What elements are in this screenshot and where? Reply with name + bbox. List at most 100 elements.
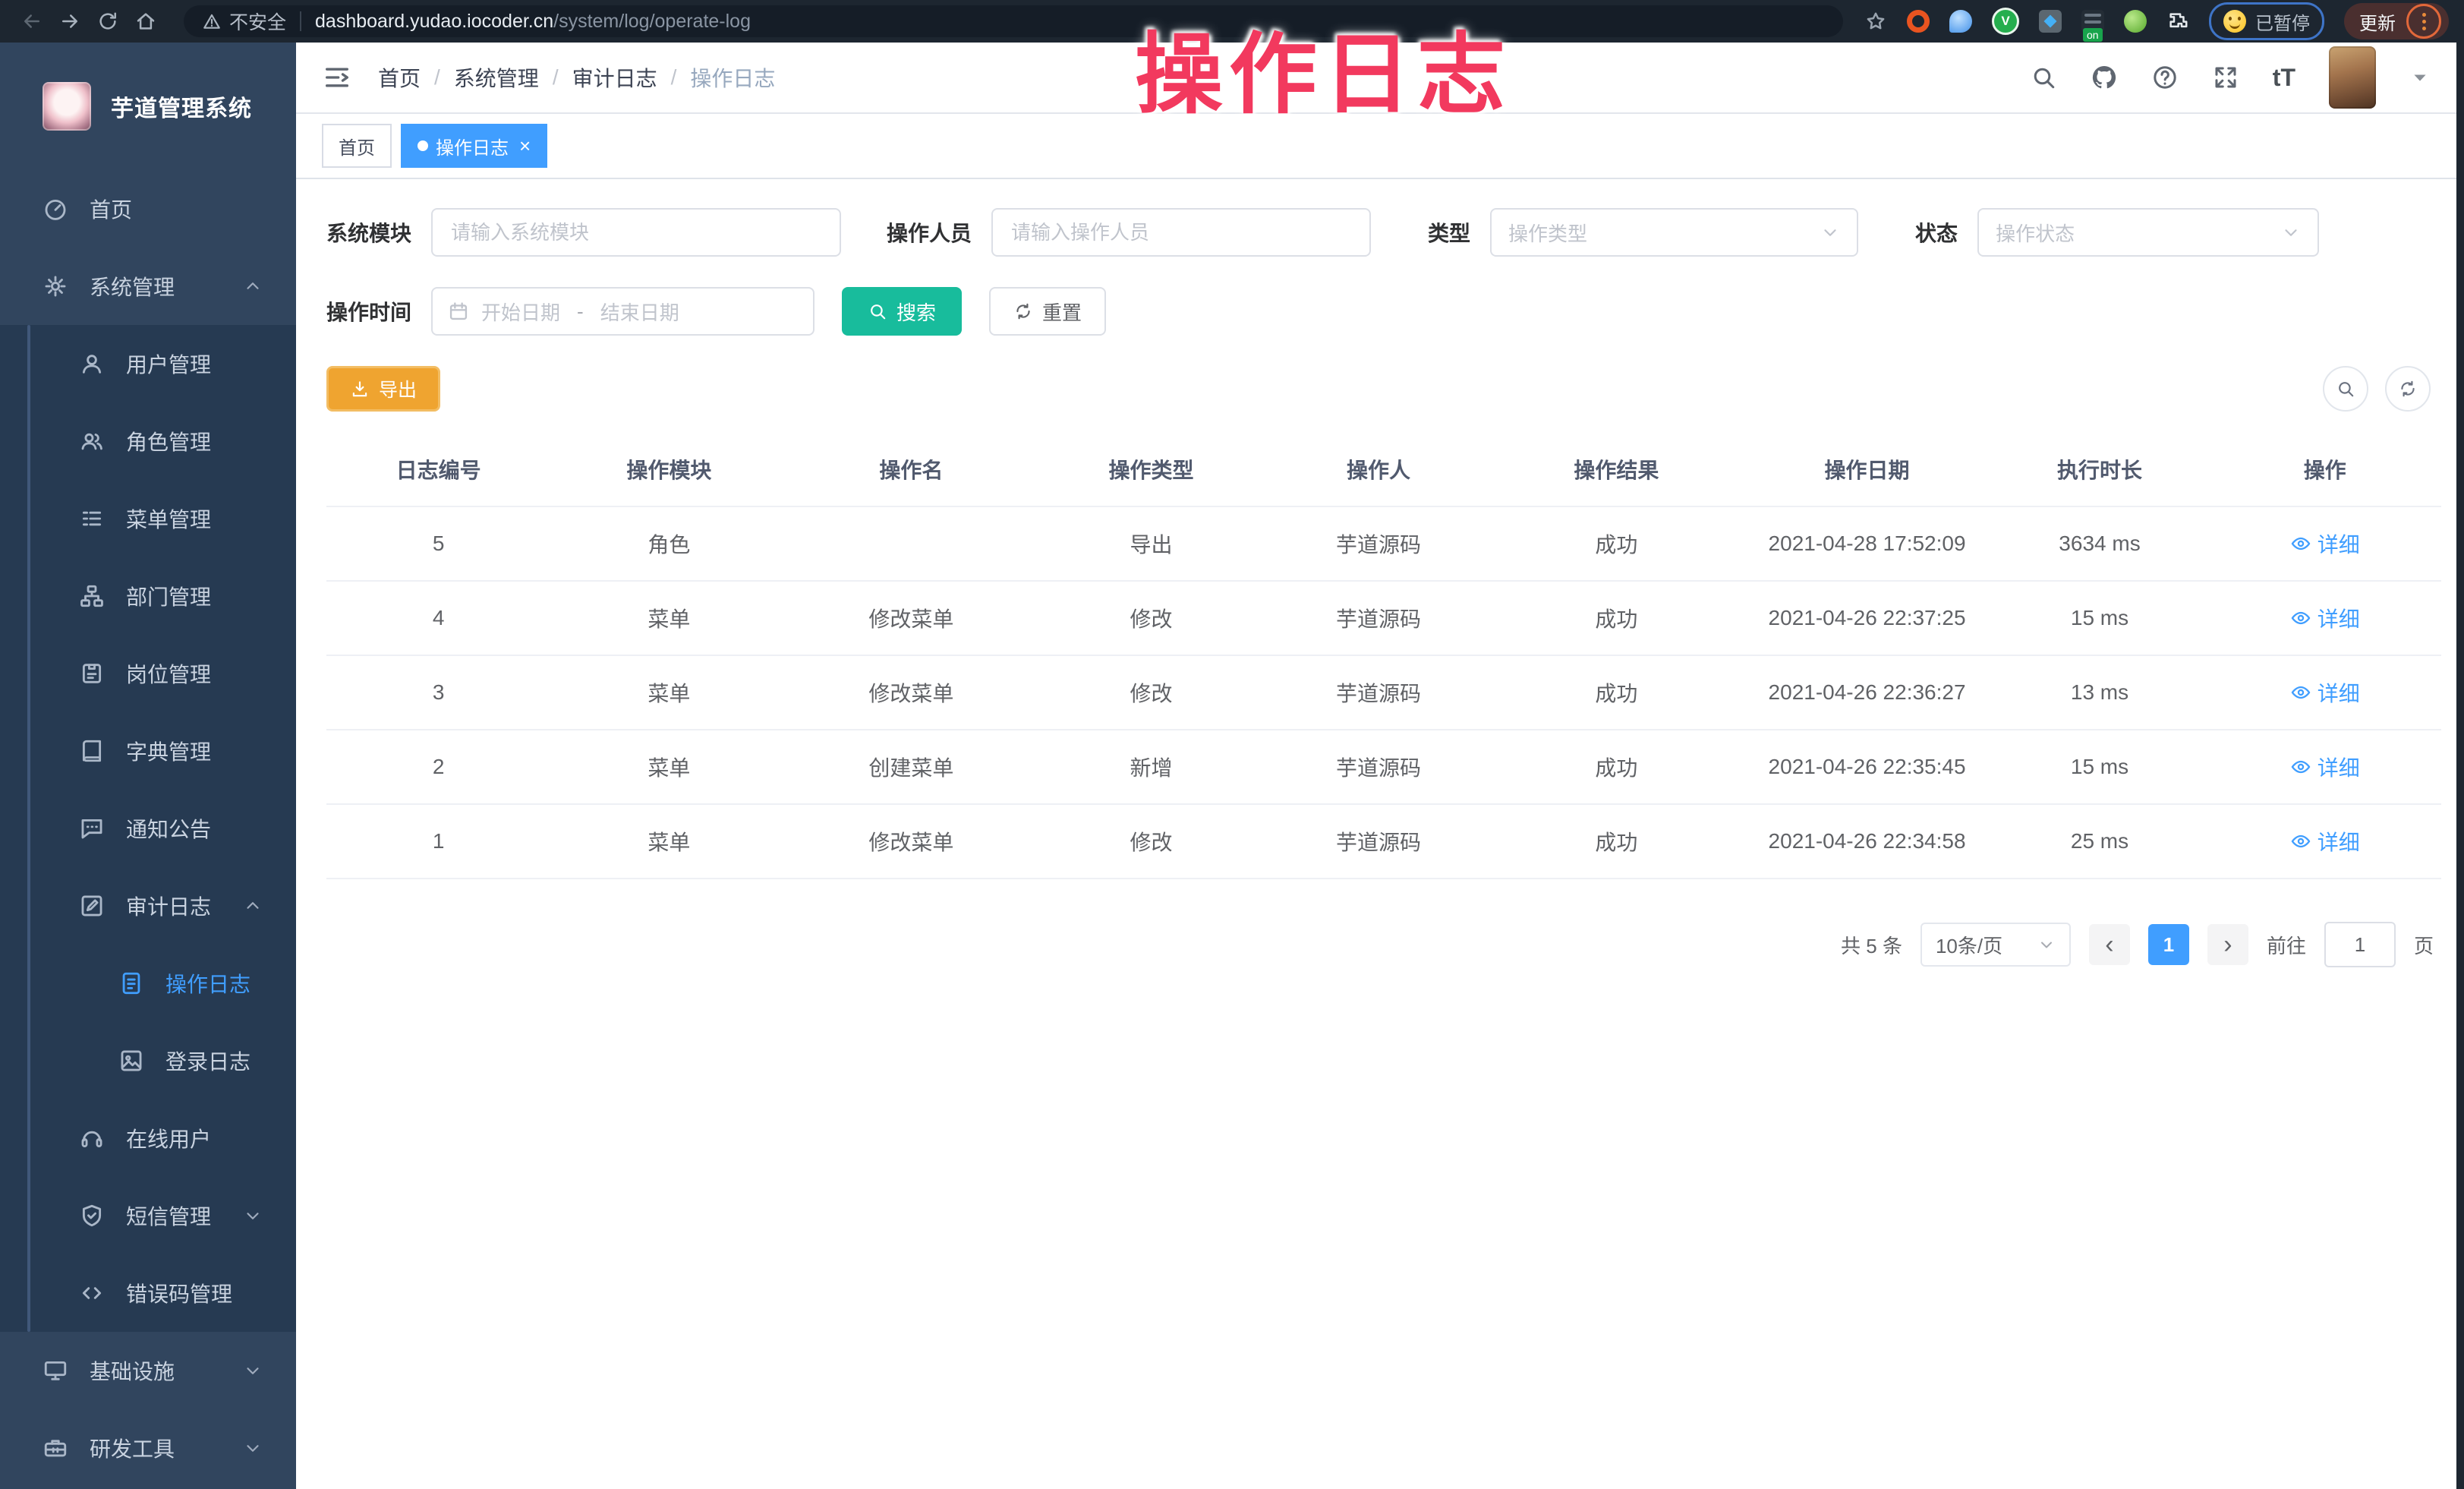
github-icon[interactable]: [2091, 64, 2118, 91]
extension-icon[interactable]: [2039, 10, 2062, 33]
total-count: 共 5 条: [1841, 931, 1902, 959]
extension-icon[interactable]: [1949, 10, 1972, 33]
sidebar-item-10[interactable]: 操作日志: [0, 945, 296, 1022]
prev-page-button[interactable]: ‹: [2089, 924, 2130, 965]
breadcrumb-item[interactable]: 系统管理: [454, 62, 539, 93]
toolbox-icon: [43, 1435, 68, 1461]
sidebar-scrollbar[interactable]: [27, 325, 30, 1332]
breadcrumb-separator: /: [434, 65, 440, 90]
breadcrumb-item: 操作日志: [690, 62, 775, 93]
detail-link[interactable]: 详细: [2290, 826, 2360, 856]
cell-duration: 3634 ms: [1991, 506, 2209, 581]
extension-icon[interactable]: V: [1992, 8, 2019, 35]
page-size-select[interactable]: 10条/页: [1920, 923, 2071, 967]
app-title: 芋道管理系统: [111, 90, 252, 123]
browser-window: 不安全 dashboard.yudao.iocoder.cn/system/lo…: [0, 0, 2464, 1489]
sidebar-item-15[interactable]: 基础设施: [0, 1332, 296, 1409]
sidebar-item-12[interactable]: 在线用户: [0, 1099, 296, 1177]
chevron-down-icon: [1820, 222, 1840, 242]
date-range-picker[interactable]: 开始日期 - 结束日期: [431, 287, 815, 336]
font-size-icon[interactable]: tT: [2273, 64, 2295, 92]
detail-link[interactable]: 详细: [2290, 603, 2360, 633]
sidebar-item-11[interactable]: 登录日志: [0, 1022, 296, 1099]
detail-link[interactable]: 详细: [2290, 528, 2360, 559]
extensions-puzzle-icon[interactable]: [2166, 10, 2189, 33]
sidebar-item-13[interactable]: 短信管理: [0, 1177, 296, 1254]
next-page-button[interactable]: ›: [2207, 924, 2248, 965]
browser-menu-icon[interactable]: [2406, 4, 2441, 39]
book-icon: [79, 738, 105, 764]
caret-down-icon[interactable]: [2409, 67, 2431, 88]
chevron-up-icon: [243, 276, 263, 296]
forward-icon[interactable]: [53, 5, 87, 38]
sidebar-item-6[interactable]: 岗位管理: [0, 635, 296, 712]
column-header: 操作类型: [1035, 433, 1267, 506]
sidebar-item-2[interactable]: 用户管理: [0, 325, 296, 402]
breadcrumb-item[interactable]: 首页: [378, 62, 421, 93]
cell-operator: 芋道源码: [1268, 581, 1490, 655]
back-icon[interactable]: [15, 5, 49, 38]
home-icon[interactable]: [129, 5, 162, 38]
sidebar-item-16[interactable]: 研发工具: [0, 1409, 296, 1487]
reload-icon[interactable]: [91, 5, 124, 38]
window-scrollbar-track[interactable]: [2456, 43, 2464, 1489]
tag-close-icon[interactable]: ×: [519, 136, 531, 156]
status-select-placeholder: 操作状态: [1996, 219, 2075, 247]
current-page-button[interactable]: 1: [2148, 924, 2189, 965]
breadcrumb-item[interactable]: 审计日志: [572, 62, 657, 93]
search-icon[interactable]: [2030, 64, 2057, 91]
page-size-value: 10条/页: [1936, 931, 2002, 959]
filter-row-2: 操作时间 开始日期 - 结束日期 搜索 重置: [326, 287, 2441, 336]
cell-id: 1: [326, 804, 550, 879]
sidebar-item-1[interactable]: 系统管理: [0, 248, 296, 325]
search-button[interactable]: 搜索: [842, 287, 962, 336]
sidebar-item-label: 审计日志: [126, 891, 211, 921]
help-icon[interactable]: [2151, 64, 2179, 91]
sidebar-item-3[interactable]: 角色管理: [0, 402, 296, 480]
document-icon: [118, 970, 144, 996]
avatar[interactable]: [2329, 46, 2376, 109]
filter-row-1: 系统模块 操作人员 类型 操作类型 状态 操作状态: [326, 208, 2441, 257]
sidebar-item-8[interactable]: 通知公告: [0, 790, 296, 867]
module-input[interactable]: [431, 208, 841, 257]
extension-icon[interactable]: [1907, 10, 1930, 33]
refresh-icon: [1013, 301, 1033, 321]
address-bar[interactable]: 不安全 dashboard.yudao.iocoder.cn/system/lo…: [184, 5, 1843, 37]
sidebar-item-4[interactable]: 菜单管理: [0, 480, 296, 557]
chevron-down-icon: [2281, 222, 2301, 242]
menu-fold-icon[interactable]: [322, 62, 352, 93]
cell-id: 2: [326, 730, 550, 804]
column-header: 操作日期: [1744, 433, 1991, 506]
view-tag-0[interactable]: 首页: [322, 124, 392, 168]
pagination: 共 5 条 10条/页 ‹ 1 › 前往 页: [326, 922, 2434, 967]
org-tree-icon: [79, 583, 105, 609]
detail-link[interactable]: 详细: [2290, 677, 2360, 708]
extension-icon[interactable]: on: [2081, 10, 2104, 33]
detail-link[interactable]: 详细: [2290, 752, 2360, 782]
bookmark-star-icon[interactable]: [1864, 10, 1887, 33]
operator-input[interactable]: [991, 208, 1371, 257]
type-select[interactable]: 操作类型: [1490, 208, 1858, 257]
sidebar-item-5[interactable]: 部门管理: [0, 557, 296, 635]
extension-icon[interactable]: [2124, 10, 2147, 33]
reset-button[interactable]: 重置: [989, 287, 1106, 336]
user-icon: [79, 351, 105, 377]
goto-page-input[interactable]: [2324, 922, 2396, 967]
status-select[interactable]: 操作状态: [1977, 208, 2319, 257]
sidebar-item-7[interactable]: 字典管理: [0, 712, 296, 790]
sidebar-item-14[interactable]: 错误码管理: [0, 1254, 296, 1332]
view-tag-1[interactable]: 操作日志×: [401, 124, 547, 168]
refresh-table-button[interactable]: [2385, 366, 2431, 412]
update-button[interactable]: 更新: [2359, 8, 2396, 35]
paused-extension-pill[interactable]: 已暂停: [2209, 2, 2324, 40]
sidebar-item-label: 操作日志: [165, 968, 250, 998]
sidebar-item-9[interactable]: 审计日志: [0, 867, 296, 945]
column-header: 操作结果: [1489, 433, 1743, 506]
show-search-button[interactable]: [2323, 366, 2368, 412]
cell-module: 菜单: [550, 655, 787, 730]
fullscreen-icon[interactable]: [2212, 64, 2239, 91]
export-button[interactable]: 导出: [326, 366, 440, 412]
chevron-up-icon: [243, 896, 263, 916]
sidebar-item-0[interactable]: 首页: [0, 170, 296, 248]
sidebar-item-label: 菜单管理: [126, 503, 211, 534]
